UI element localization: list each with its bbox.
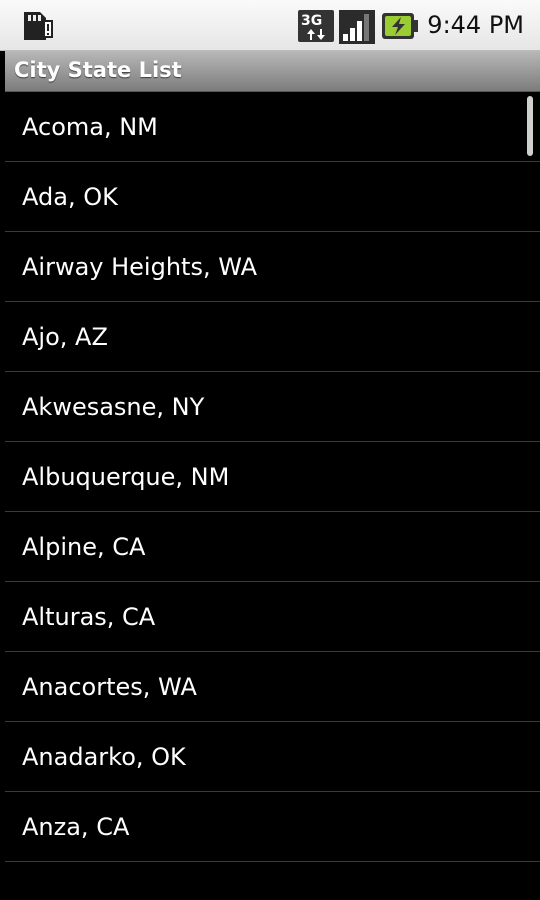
app-title: City State List (14, 58, 182, 82)
sd-card-icon (20, 9, 54, 47)
list-item[interactable]: Ada, OK (5, 162, 540, 232)
status-bar: 3G 9:44 PM (0, 0, 540, 51)
list-item[interactable]: Alturas, CA (5, 582, 540, 652)
signal-strength-icon (339, 10, 375, 48)
list-item-label: Acoma, NM (22, 113, 158, 141)
list-item[interactable]: Anacortes, WA (5, 652, 540, 722)
list-item[interactable]: Albuquerque, NM (5, 442, 540, 512)
list-item-label: Anadarko, OK (22, 743, 186, 771)
city-state-list[interactable]: Acoma, NM Ada, OK Airway Heights, WA Ajo… (5, 92, 540, 900)
list-item[interactable]: Akwesasne, NY (5, 372, 540, 442)
battery-charging-icon (382, 11, 418, 45)
list-item[interactable]: Alpine, CA (5, 512, 540, 582)
status-clock: 9:44 PM (427, 11, 524, 39)
list-item-label: Ada, OK (22, 183, 118, 211)
list-item[interactable]: Ajo, AZ (5, 302, 540, 372)
list-item[interactable]: Acoma, NM (5, 92, 540, 162)
list-item[interactable]: Anza, CA (5, 792, 540, 862)
list-item-label: Alpine, CA (22, 533, 146, 561)
list-item-label: Alturas, CA (22, 603, 156, 631)
app-title-bar: City State List (5, 51, 540, 92)
list-item-label: Akwesasne, NY (22, 393, 205, 421)
list-item-label: Anacortes, WA (22, 673, 197, 701)
phone-screen: 3G 9:44 PM City State List Acoma, NM Ada… (0, 0, 540, 900)
list-item[interactable]: Anadarko, OK (5, 722, 540, 792)
list-item-label: Ajo, AZ (22, 323, 108, 351)
list-item-label: Anza, CA (22, 813, 130, 841)
svg-text:3G: 3G (301, 13, 322, 29)
list-item-label: Airway Heights, WA (22, 253, 258, 281)
list-item-label: Albuquerque, NM (22, 463, 230, 491)
list-item[interactable]: Airway Heights, WA (5, 232, 540, 302)
list-scrollbar[interactable] (527, 96, 533, 156)
3g-network-icon: 3G (298, 10, 334, 46)
